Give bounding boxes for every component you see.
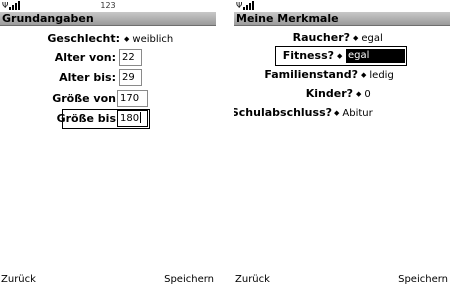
field-alter-von: Alter von: 22 <box>0 49 216 67</box>
field-kinder[interactable]: Kinder? ◆ 0 <box>234 85 450 103</box>
groesse-von-input[interactable]: 170 <box>117 90 148 107</box>
geschlecht-choice[interactable]: ◆ weiblich <box>124 30 173 49</box>
back-softkey[interactable]: Zurück <box>1 272 36 288</box>
familienstand-choice[interactable]: ◆ ledig <box>361 66 394 85</box>
groesse-bis-input[interactable]: 180 <box>117 110 148 127</box>
field-geschlecht[interactable]: Geschlecht: ◆ weiblich <box>0 30 216 48</box>
groesse-bis-label: Größe bis <box>56 112 116 125</box>
geschlecht-value: weiblich <box>132 34 174 45</box>
groesse-von-label: Größe von <box>52 92 116 105</box>
softkey-bar: Zurück Speichern <box>234 272 450 288</box>
choice-arrow-icon: ◆ <box>337 52 343 60</box>
fitness-choice-selected[interactable]: egal <box>346 49 405 63</box>
status-bar: Ψ <box>234 0 450 12</box>
save-softkey[interactable]: Speichern <box>164 272 214 288</box>
screen-grundangaben: Ψ 123 Grundangaben Geschlecht: ◆ weiblich… <box>0 0 216 288</box>
fitness-label: Fitness? <box>282 49 334 62</box>
alter-bis-label: Alter bis: <box>59 71 116 84</box>
alter-von-label: Alter von: <box>54 51 116 64</box>
status-bar: Ψ 123 <box>0 0 216 12</box>
raucher-label: Raucher? <box>292 31 350 44</box>
save-softkey[interactable]: Speichern <box>398 272 448 288</box>
form: Geschlecht: ◆ weiblich Alter von: 22 Alte… <box>0 27 216 272</box>
screen-title: Meine Merkmale <box>234 12 450 26</box>
screen-title: Grundangaben <box>0 12 216 26</box>
field-raucher[interactable]: Raucher? ◆ egal <box>234 29 450 47</box>
field-familienstand[interactable]: Familienstand? ◆ ledig <box>234 66 450 84</box>
field-groesse-von: Größe von 170 <box>0 90 216 108</box>
alter-von-input[interactable]: 22 <box>119 49 142 66</box>
groesse-bis-value: 180 <box>120 113 140 124</box>
raucher-value: egal <box>361 33 383 44</box>
geschlecht-label: Geschlecht: <box>47 32 120 45</box>
form: Raucher? ◆ egal Fitness? ◆ egal Familiens… <box>234 27 450 272</box>
back-softkey[interactable]: Zurück <box>235 272 270 288</box>
field-groesse-bis: Größe bis 180 <box>0 110 216 128</box>
choice-arrow-icon: ◆ <box>356 90 362 98</box>
schulabschluss-choice[interactable]: ◆ Abitur <box>334 104 373 123</box>
choice-arrow-icon: ◆ <box>361 71 367 79</box>
field-alter-bis: Alter bis: 29 <box>0 69 216 87</box>
schulabschluss-value: Abitur <box>342 108 373 119</box>
screen-meine-merkmale: Ψ Meine Merkmale Raucher? ◆ egal Fitness?… <box>234 0 450 288</box>
field-schulabschluss[interactable]: Schulabschluss? ◆ Abitur <box>234 104 450 122</box>
signal-strength-icon: Ψ <box>236 1 256 11</box>
familienstand-value: ledig <box>369 70 394 81</box>
choice-arrow-icon: ◆ <box>124 35 130 43</box>
familienstand-label: Familienstand? <box>264 68 358 81</box>
alter-bis-input[interactable]: 29 <box>119 69 142 86</box>
softkey-bar: Zurück Speichern <box>0 272 216 288</box>
kinder-choice[interactable]: ◆ 0 <box>356 85 371 104</box>
status-indicator: 123 <box>100 1 116 10</box>
choice-arrow-icon: ◆ <box>353 34 359 42</box>
schulabschluss-label: Schulabschluss? <box>234 106 332 119</box>
kinder-label: Kinder? <box>305 87 353 100</box>
field-fitness[interactable]: Fitness? ◆ egal <box>234 47 450 65</box>
kinder-value: 0 <box>364 89 371 100</box>
choice-arrow-icon: ◆ <box>334 109 340 117</box>
text-cursor <box>140 112 142 123</box>
